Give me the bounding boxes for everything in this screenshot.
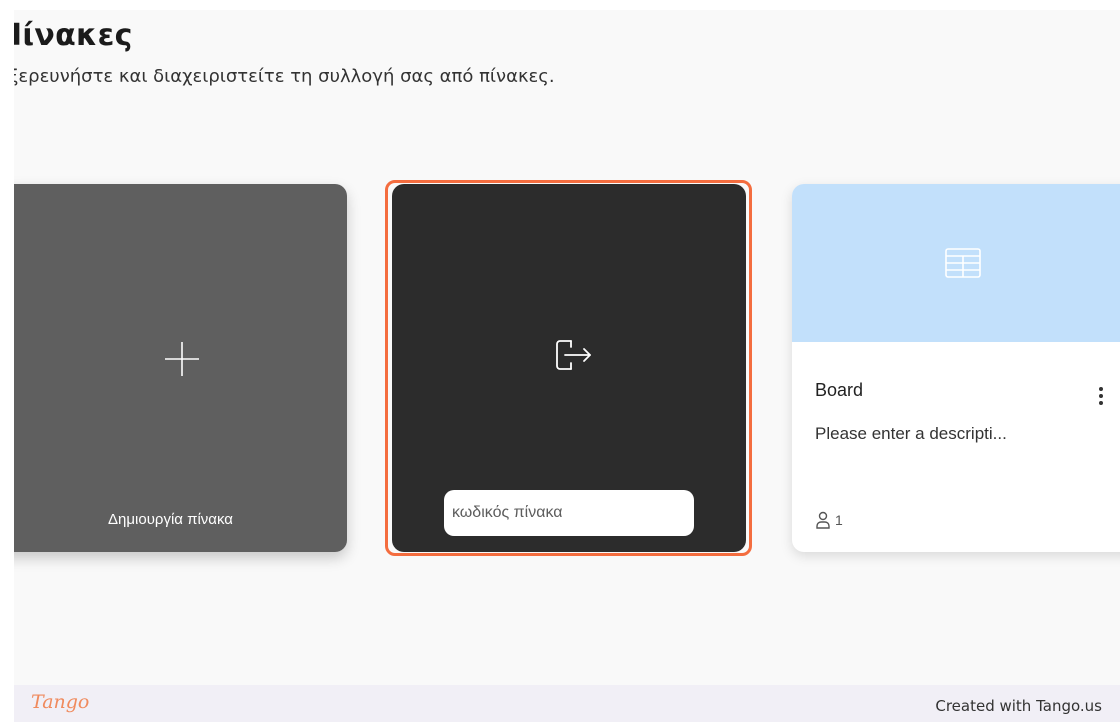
- login-icon: [556, 340, 591, 370]
- footer-bar: Tango Created with Tango.us: [14, 685, 1120, 722]
- members-count: 1: [835, 512, 843, 528]
- board-cover: [792, 184, 1120, 342]
- page-subtitle: Εξερευνήστε και διαχειριστείτε τη συλλογ…: [14, 66, 555, 87]
- board-card[interactable]: Board Please enter a descripti... 1: [792, 184, 1120, 552]
- boards-page: Πίνακες Εξερευνήστε και διαχειριστείτε τ…: [14, 10, 1120, 685]
- page-title: Πίνακες: [14, 18, 133, 53]
- board-code-input[interactable]: [444, 490, 694, 536]
- user-icon: [816, 511, 830, 529]
- table-icon: [945, 248, 981, 278]
- create-board-card[interactable]: Δημιουργία πίνακα: [14, 184, 347, 552]
- footer-credit: Created with Tango.us: [935, 697, 1102, 715]
- board-members: 1: [815, 511, 843, 529]
- tango-logo: Tango: [31, 691, 90, 713]
- board-description: Please enter a descripti...: [815, 424, 1007, 443]
- more-options-icon[interactable]: [1094, 385, 1108, 407]
- board-name: Board: [815, 380, 864, 400]
- plus-icon: [165, 342, 199, 376]
- create-board-label: Δημιουργία πίνακα: [108, 511, 233, 528]
- join-board-card: [392, 184, 746, 552]
